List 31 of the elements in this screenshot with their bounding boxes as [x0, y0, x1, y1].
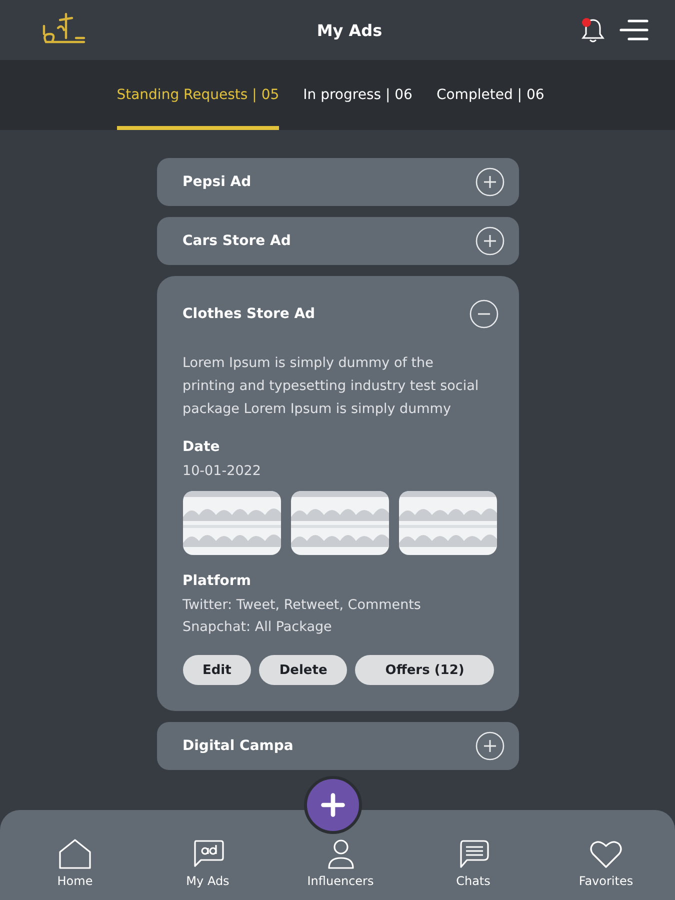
screen-title: My Ads	[316, 20, 384, 40]
ad-title: Clothes Store Ad	[182, 306, 316, 322]
nav-label[interactable]: Favorites	[578, 874, 634, 888]
action-button[interactable]: Offers (12)	[355, 655, 494, 685]
date-label: Date	[182, 439, 221, 455]
expand-icon[interactable]	[474, 731, 504, 761]
nav-label[interactable]: My Ads	[186, 874, 230, 888]
tab[interactable]: In progress | 06	[303, 60, 412, 130]
menu-icon[interactable]	[619, 19, 649, 41]
collapse-icon[interactable]	[468, 299, 498, 329]
ad-title: Digital Campa	[182, 738, 294, 754]
nav-label[interactable]: Chats	[456, 874, 490, 888]
ad-title: Pepsi Ad	[182, 174, 252, 190]
action-button[interactable]: Delete	[259, 655, 348, 685]
date-value: 10-01-2022	[182, 463, 262, 479]
bell-icon[interactable]	[581, 17, 605, 43]
ad-title: Cars Store Ad	[182, 233, 291, 249]
plus-icon	[320, 792, 346, 818]
action-button[interactable]: Edit	[182, 655, 252, 685]
nav-label[interactable]: Influencers	[307, 874, 374, 888]
tab[interactable]: Standing Requests | 05	[116, 60, 280, 130]
platform-label: Platform	[182, 573, 252, 589]
nav-label[interactable]: Home	[57, 874, 93, 888]
platform-text: Twitter: Tweet, Retweet, Comments	[182, 597, 422, 613]
ad-description: Lorem Ipsum is simply dummy of the printing and typesetting industry test social package Lorem Ipsum is simply dummy	[182, 354, 480, 419]
heart-icon[interactable]	[588, 838, 624, 870]
home-icon[interactable]	[57, 838, 93, 870]
platform-text: Snapchat: All Package	[182, 619, 333, 635]
expand-icon[interactable]	[474, 226, 504, 256]
tab[interactable]: Completed | 06	[436, 60, 544, 130]
expand-icon[interactable]	[474, 167, 504, 197]
